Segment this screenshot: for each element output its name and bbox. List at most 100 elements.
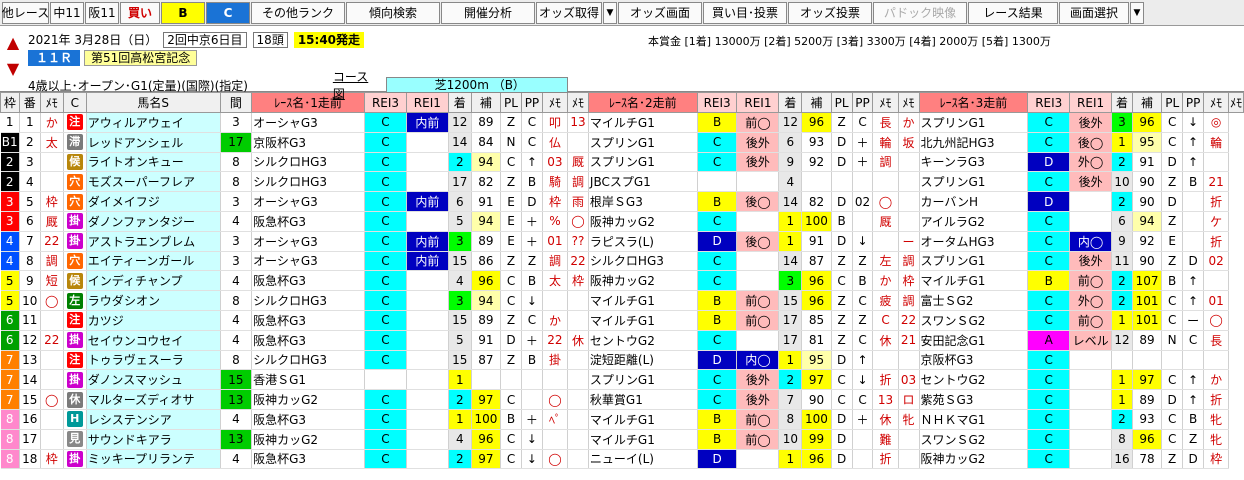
- buy-button[interactable]: 買い: [120, 1, 160, 24]
- odds-vote-button[interactable]: オッズ投票: [788, 1, 872, 24]
- get-odds-dropdown[interactable]: ▼: [603, 1, 617, 24]
- column-header[interactable]: PL: [1161, 92, 1184, 113]
- next-race-arrow-icon[interactable]: ▼: [2, 56, 24, 82]
- table-cell[interactable]: ダノンファンタジー: [86, 211, 221, 232]
- table-row[interactable]: 1 1 か注アウィルアウェイ 3 オーシャG3 C 内前 12 89 Z C 叩 13 マイルチG1 B 前◯…: [0, 112, 1244, 133]
- table-row[interactable]: 5 10 ◯ 左ラウダシオン 8 シルクロHG3 C 3 94 C ↓ マイルチG1 B 前◯ 15 96 Z C…: [0, 290, 1244, 311]
- table-cell: C: [1027, 211, 1071, 232]
- column-header[interactable]: ﾒﾓ: [1203, 92, 1230, 113]
- table-row[interactable]: 8 16 H レシステンシア 4 阪急杯G3 C 1 100 B ＋ﾍﾟ マイルチG1 B 前◯ 8 100 D…: [0, 409, 1244, 430]
- column-header[interactable]: ﾚｰｽ名･3走前: [918, 92, 1029, 113]
- table-row[interactable]: 7 14 掛ダノンスマッシュ 15 香港ＳG1 1 スプリンG1 C 後外 2 97 C ↓ 折 03 セント…: [0, 369, 1244, 391]
- column-header[interactable]: REI3: [1027, 92, 1071, 113]
- trend-search-button[interactable]: 傾向検索: [346, 1, 440, 24]
- table-row[interactable]: 3 5 枠穴ダイメイフジ 3 オーシャG3 C 内前 6 91 E D 枠雨根岸ＳG3 B 後◯ 14 82 D…: [0, 191, 1244, 212]
- table-cell[interactable]: ダノンスマッシュ: [86, 369, 221, 391]
- table-row[interactable]: 4 7 22 掛アストラエンブレム 3 オーシャG3 C 内前 3 89 E ＋ 01?? ラピスラ(L)…: [0, 231, 1244, 252]
- table-cell: C: [364, 211, 407, 232]
- paddock-video-button[interactable]: パドック映像: [873, 1, 967, 24]
- other-race-button[interactable]: 他レース: [2, 1, 49, 24]
- table-cell[interactable]: カツジ: [86, 310, 221, 331]
- column-header[interactable]: REI3: [696, 92, 738, 113]
- table-cell[interactable]: ダイメイフジ: [86, 191, 221, 212]
- column-header[interactable]: 補: [1131, 92, 1163, 113]
- table-cell: 5: [0, 290, 20, 311]
- column-header[interactable]: ﾚｰｽ名･2走前: [587, 92, 698, 113]
- race-result-button[interactable]: レース結果: [968, 1, 1058, 24]
- meet-analysis-button[interactable]: 開催分析: [441, 1, 535, 24]
- table-cell: 17: [448, 171, 472, 193]
- screen-select-button[interactable]: 画面選択: [1059, 1, 1129, 24]
- table-cell[interactable]: レシステンシア: [86, 409, 221, 430]
- other-rank-button[interactable]: その他ランク: [251, 1, 345, 24]
- table-cell: 96: [801, 290, 832, 311]
- table-row[interactable]: 5 9 短候インディチャンプ 4 阪急杯G3 C 4 96 C B 太枠阪神カッG2 C 3 96 C B か枠…: [0, 270, 1244, 292]
- column-header[interactable]: 補: [801, 92, 832, 113]
- table-row[interactable]: 6 11 注カツジ 4 阪急杯G3 C 15 89 Z C かマイルチG1 B 前◯ 17 85 Z Z C 22 ス…: [0, 310, 1244, 331]
- table-cell: ↓: [852, 231, 874, 252]
- rank-c-button[interactable]: C: [206, 1, 250, 24]
- table-cell[interactable]: レッドアンシェル: [86, 132, 221, 153]
- chukyo11-button[interactable]: 中11: [50, 1, 84, 24]
- table-cell: 折: [872, 449, 899, 470]
- table-cell[interactable]: アストラエンブレム: [86, 231, 221, 252]
- table-cell: C: [852, 389, 874, 410]
- table-cell: [852, 449, 874, 470]
- table-cell: N: [500, 132, 522, 153]
- table-cell[interactable]: モズスーパーフレア: [86, 171, 221, 193]
- table-cell: 1: [448, 369, 472, 391]
- bet-vote-button[interactable]: 買い目･投票: [703, 1, 787, 24]
- table-cell[interactable]: ミッキープリランテ: [86, 449, 221, 470]
- rank-b-button[interactable]: B: [161, 1, 205, 24]
- table-row[interactable]: 2 4 穴モズスーパーフレア 8 シルクロHG3 C 17 82 Z B 騎調 JBCスプG1 4 スプリ…: [0, 171, 1244, 193]
- table-cell: 注: [63, 350, 87, 371]
- table-cell[interactable]: ライトオンキュー: [86, 152, 221, 173]
- column-header[interactable]: REI1: [1069, 92, 1112, 113]
- column-header[interactable]: 着: [778, 92, 803, 113]
- column-header[interactable]: PP: [1182, 92, 1205, 113]
- table-cell[interactable]: ラウダシオン: [86, 290, 221, 311]
- table-cell: 6: [0, 330, 20, 351]
- get-odds-button[interactable]: オッズ取得: [536, 1, 602, 24]
- table-row[interactable]: 7 15 ◯ 休マルターズディオサ 13 阪神カッG2 C 2 97 C ◯ 秋華賞G1 C 後外 7 90 C…: [0, 389, 1244, 410]
- column-header[interactable]: ﾒﾓ: [567, 92, 589, 113]
- table-cell[interactable]: トゥラヴェスーラ: [86, 350, 221, 371]
- column-header[interactable]: ﾒﾓ: [1228, 92, 1244, 113]
- column-header[interactable]: ﾒﾓ: [897, 92, 920, 113]
- table-row[interactable]: 2 3 候ライトオンキュー 8 シルクロHG3 C 2 94 C ↑ 03 厩スプリンG1 C 後外 9 92…: [0, 152, 1244, 173]
- table-row[interactable]: 7 13 注トゥラヴェスーラ 8 シルクロHG3 C 15 87 Z B 掛淀短距離(L) D 内◯ 1 9…: [0, 350, 1244, 371]
- screen-select-dropdown[interactable]: ▼: [1130, 1, 1144, 24]
- column-header[interactable]: REI1: [736, 92, 780, 113]
- column-header[interactable]: PL: [830, 92, 853, 113]
- table-cell[interactable]: エイティーンガール: [86, 251, 221, 272]
- table-cell: [852, 171, 874, 193]
- table-cell[interactable]: マルターズディオサ: [86, 389, 221, 410]
- table-row[interactable]: 4 8 調穴エイティーンガール 3 オーシャG3 C 内前 15 86 Z Z 調 22 シルクロHG3 C…: [0, 251, 1244, 272]
- column-header[interactable]: PP: [851, 92, 874, 113]
- table-cell: Z: [521, 251, 543, 272]
- table-cell: 後外: [736, 132, 780, 153]
- table-cell: 89: [471, 231, 502, 252]
- column-header[interactable]: 枠: [0, 92, 20, 113]
- table-cell[interactable]: アウィルアウェイ: [86, 112, 221, 133]
- table-cell[interactable]: セイウンコウセイ: [86, 330, 221, 351]
- table-row[interactable]: B1 2 太滞レッドアンシェル 17 京阪杯G3 C 14 84 N C 仏スプリンG1 C 後外 6 93…: [0, 132, 1244, 153]
- table-cell: 1: [0, 112, 20, 133]
- table-row[interactable]: 6 12 22 掛セイウンコウセイ 4 阪急杯G3 C 5 91 D ＋ 22 休セントウG2 C 17 81…: [0, 330, 1244, 351]
- prev-race-arrow-icon[interactable]: ▲: [2, 30, 24, 56]
- table-cell: [898, 171, 920, 193]
- column-header[interactable]: ﾒﾓ: [872, 92, 899, 113]
- table-row[interactable]: 8 17 見サウンドキアラ 13 阪神カッG2 C 4 96 C ↓ マイルチG1 B 前◯ 10 99 D 難…: [0, 429, 1244, 450]
- hanshin11-button[interactable]: 阪11: [85, 1, 119, 24]
- table-cell: C: [364, 330, 407, 351]
- table-cell: 84: [471, 132, 502, 153]
- table-cell: D: [521, 191, 543, 212]
- table-cell[interactable]: サウンドキアラ: [86, 429, 221, 450]
- odds-screen-button[interactable]: オッズ画面: [618, 1, 702, 24]
- table-row[interactable]: 3 6 厩掛ダノンファンタジー 4 阪急杯G3 C 5 94 E ＋% ◯ 阪神カッG2 C 1 100 B 厩…: [0, 211, 1244, 232]
- table-cell[interactable]: インディチャンプ: [86, 270, 221, 292]
- race-title-row: １１Ｒ 第51回高松宮記念: [28, 50, 198, 66]
- course-map-link[interactable]: コース図: [329, 68, 382, 102]
- column-header[interactable]: 着: [1111, 92, 1133, 113]
- table-row[interactable]: 8 18 枠掛ミッキープリランテ 4 阪急杯G3 C 2 97 C ↓ ◯ ニューイ(L) D 1 96 D 折…: [0, 449, 1244, 470]
